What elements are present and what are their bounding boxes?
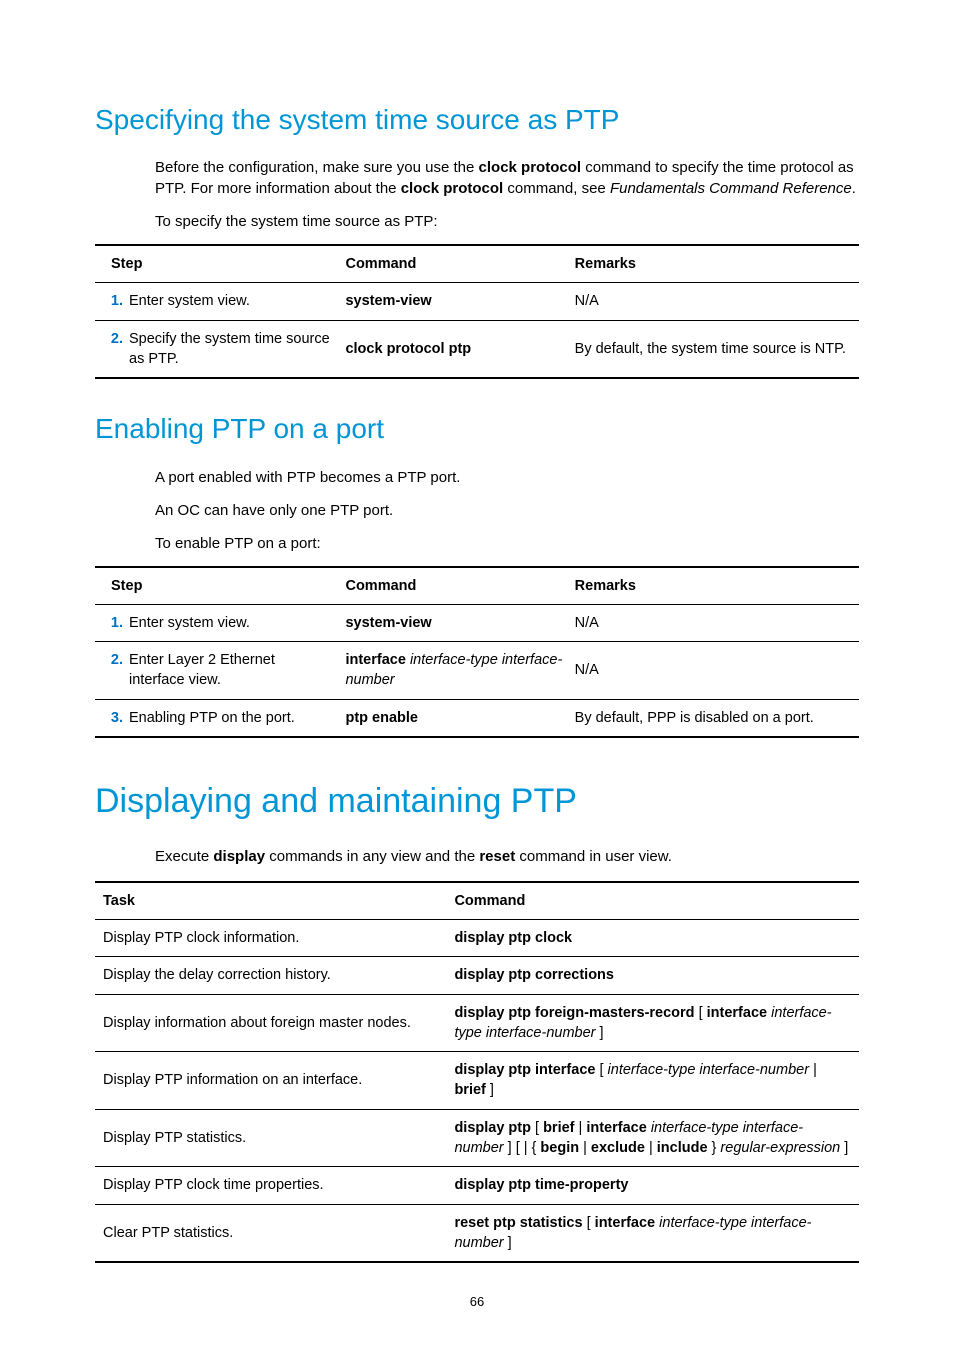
table-row: 3.Enabling PTP on the port. ptp enableBy … [95,699,859,737]
command-cell: ptp enable [339,699,568,737]
step-text: Enter system view. [129,613,333,633]
table-row: Display PTP clock information.display pt… [95,919,859,956]
text-bold: reset [479,848,515,865]
command-cell: display ptp clock [446,919,859,956]
command-cell: display ptp time-property [446,1167,859,1204]
text: Before the configuration, make sure you … [155,159,479,176]
table-row: 2.Specify the system time source as PTP.… [95,320,859,378]
text: command, see [503,180,610,197]
table-row: 2.Enter Layer 2 Ethernet interface view.… [95,642,859,700]
text-bold: display [213,848,265,865]
heading-enable-ptp-port: Enabling PTP on a port [95,409,859,448]
col-remarks: Remarks [569,245,859,283]
command-cell: display ptp corrections [446,957,859,994]
page: Specifying the system time source as PTP… [0,0,954,1351]
col-task: Task [95,882,446,920]
text: Execute [155,848,213,865]
text-bold: clock protocol [401,180,504,197]
table-row: Display PTP statistics.display ptp [ bri… [95,1109,859,1167]
table-display-maintain: Task Command Display PTP clock informati… [95,881,859,1264]
text: command in user view. [515,848,672,865]
heading-display-maintain-ptp: Displaying and maintaining PTP [95,778,859,826]
step-number: 2. [101,329,129,349]
step-text: Enter system view. [129,291,333,311]
table-row: 1.Enter system view. system-viewN/A [95,604,859,641]
command-cell: reset ptp statistics [ interface interfa… [446,1204,859,1262]
step-number: 1. [101,291,129,311]
command-cell: display ptp interface [ interface-type i… [446,1052,859,1110]
remarks-cell: N/A [569,642,859,700]
command-cell: system-view [339,283,568,320]
text-bold: clock protocol [479,159,582,176]
table-row: 1.Enter system view. system-viewN/A [95,283,859,320]
table-row: Display PTP clock time properties.displa… [95,1167,859,1204]
para: To enable PTP on a port: [95,533,859,554]
command-cell: system-view [339,604,568,641]
remarks-cell: By default, the system time source is NT… [569,320,859,378]
para: A port enabled with PTP becomes a PTP po… [95,467,859,488]
remarks-cell: N/A [569,604,859,641]
text: commands in any view and the [265,848,479,865]
table-specify-time-source: Step Command Remarks 1.Enter system view… [95,244,859,379]
task-cell: Display information about foreign master… [95,994,446,1052]
text: . [852,180,856,197]
para: An OC can have only one PTP port. [95,500,859,521]
heading-specify-time-source: Specifying the system time source as PTP [95,100,859,139]
step-number: 1. [101,613,129,633]
task-cell: Clear PTP statistics. [95,1204,446,1262]
task-cell: Display PTP clock information. [95,919,446,956]
step-number: 3. [101,708,129,728]
col-remarks: Remarks [569,567,859,605]
task-cell: Display PTP statistics. [95,1109,446,1167]
remarks-cell: By default, PPP is disabled on a port. [569,699,859,737]
table-enable-ptp-port: Step Command Remarks 1.Enter system view… [95,566,859,738]
task-cell: Display PTP clock time properties. [95,1167,446,1204]
table-row: Display information about foreign master… [95,994,859,1052]
command-cell: interface interface-type interface-numbe… [339,642,568,700]
table-row: Clear PTP statistics.reset ptp statistic… [95,1204,859,1262]
command-cell: display ptp [ brief | interface interfac… [446,1109,859,1167]
col-command: Command [339,245,568,283]
task-cell: Display PTP information on an interface. [95,1052,446,1110]
para-intro-2: To specify the system time source as PTP… [95,211,859,232]
col-step: Step [95,567,339,605]
step-text: Specify the system time source as PTP. [129,329,333,370]
para: Execute display commands in any view and… [95,846,859,867]
task-cell: Display the delay correction history. [95,957,446,994]
step-text: Enabling PTP on the port. [129,708,333,728]
remarks-cell: N/A [569,283,859,320]
para-intro-1: Before the configuration, make sure you … [95,157,859,199]
command-cell: display ptp foreign-masters-record [ int… [446,994,859,1052]
text-ital: Fundamentals Command Reference [610,180,852,197]
col-step: Step [95,245,339,283]
table-row: Display PTP information on an interface.… [95,1052,859,1110]
step-text: Enter Layer 2 Ethernet interface view. [129,650,333,691]
step-number: 2. [101,650,129,670]
table-row: Display the delay correction history.dis… [95,957,859,994]
command-cell: clock protocol ptp [339,320,568,378]
col-command: Command [446,882,859,920]
col-command: Command [339,567,568,605]
